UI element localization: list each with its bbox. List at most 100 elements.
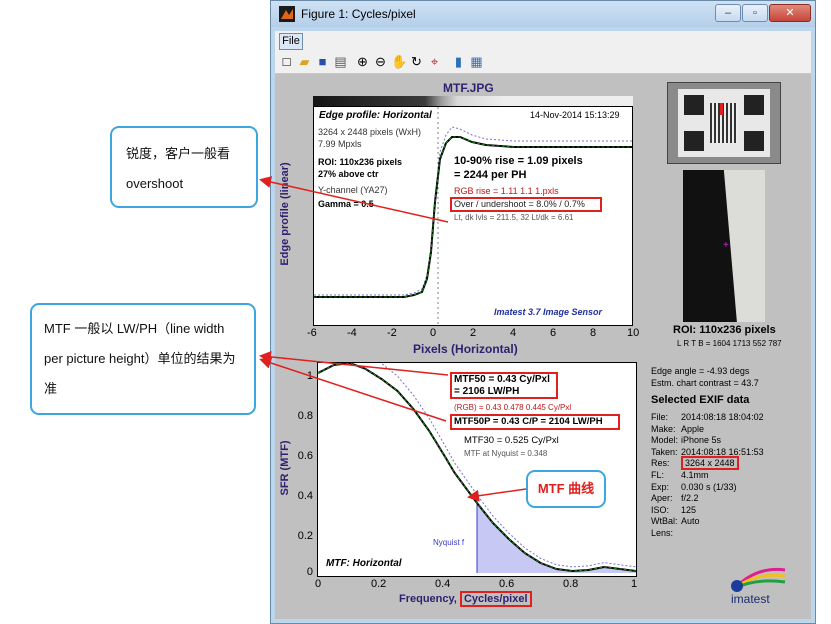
maximize-button[interactable]: ▫: [742, 4, 768, 22]
zoom-out-icon[interactable]: ⊖: [373, 54, 388, 69]
exif-row: Res: 3264 x 2448: [651, 456, 801, 471]
callout-mtf-curve-text: MTF 曲线: [537, 481, 595, 496]
xtick: 0: [315, 578, 322, 590]
minimize-button[interactable]: –: [715, 4, 741, 22]
mtf-yticks: 1 0.8 0.6 0.4 0.2 0: [293, 362, 315, 582]
edge-above-ctr: 27% above ctr: [318, 169, 379, 179]
exif-row: Model: iPhone 5s: [651, 435, 722, 446]
xtick: 0: [430, 327, 437, 339]
exif-row: Exp: 0.030 s (1/33): [651, 481, 737, 492]
rotate-icon[interactable]: ↻: [409, 54, 424, 69]
ytick: 0: [306, 566, 313, 578]
rgb-rise: RGB rise = 1.11 1.1 1.pxls: [454, 186, 559, 196]
figure-canvas: MTF.JPG Edge profile: Horizontal 14-Nov-…: [275, 74, 811, 619]
xtick: 8: [590, 327, 597, 339]
chart-thumbnail: [667, 82, 781, 164]
edge-angle: Edge angle = -4.93 degs: [651, 366, 750, 376]
mtf-nyquist: MTF at Nyquist = 0.348: [464, 449, 548, 458]
side-lrtb: L R T B = 1604 1713 552 787: [677, 339, 782, 348]
side-roi: ROI: 110x236 pixels: [673, 324, 776, 336]
edge-gamma: Gamma = 0.5: [318, 199, 374, 209]
ytick: 1: [306, 370, 313, 382]
mtf50p-value: MTF50P = 0.43 C/P = 2104 LW/PH: [454, 416, 603, 427]
xtick: 0.8: [563, 578, 579, 590]
xtick: 2: [470, 327, 477, 339]
rise-per-ph: = 2244 per PH: [454, 169, 527, 181]
xtick: -4: [347, 327, 357, 339]
imatest-version: Imatest 3.7 Image Sensor: [494, 307, 603, 317]
ytick: 0.6: [297, 450, 313, 462]
colorbar-icon[interactable]: ▮: [451, 54, 466, 69]
xtick: 0.2: [371, 578, 387, 590]
imatest-logo-graphic: [731, 567, 786, 592]
overshoot-value: Over / undershoot = 8.0% / 0.7%: [454, 199, 585, 209]
mtf-xlabel-frequency: Frequency,: [399, 593, 460, 605]
edge-date: 14-Nov-2014 15:13:29: [530, 110, 620, 120]
legend-icon[interactable]: ▦: [469, 54, 484, 69]
xtick: -6: [307, 327, 317, 339]
edge-xticks: -6 -4 -2 0 2 4 6 8 10: [307, 327, 639, 341]
edge-ylabel-text: Edge profile (linear): [279, 162, 291, 266]
data-cursor-icon[interactable]: ⌖: [427, 54, 442, 69]
xtick: -2: [387, 327, 397, 339]
new-figure-icon[interactable]: □: [279, 54, 294, 69]
mtf-xticks: 0 0.2 0.4 0.6 0.8 1: [315, 578, 638, 592]
ytick: 0.4: [297, 490, 313, 502]
roi-image: +: [683, 170, 765, 322]
callout-mtf-curve: MTF 曲线: [526, 470, 606, 508]
ytick: 0.2: [297, 530, 313, 542]
edge-ychannel: Y-channel (YA27): [318, 185, 388, 195]
exif-row: Lens:: [651, 527, 674, 538]
edge-profile-axes: Edge profile: Horizontal 14-Nov-2014 15:…: [313, 106, 633, 326]
light-dark-levels: Lt, dk lvls = 211.5, 32 Lt/dk = 6.61: [454, 213, 574, 222]
mtf-heading: MTF: Horizontal: [326, 558, 402, 569]
exif-row: Aper: f/2.2: [651, 493, 699, 504]
mtf30-value: MTF30 = 0.525 Cy/Pxl: [464, 435, 559, 446]
zoom-in-icon[interactable]: ⊕: [355, 54, 370, 69]
callout-lwph: MTF 一般以 LW/PH（line width per picture hei…: [30, 303, 256, 415]
save-icon[interactable]: ■: [315, 54, 330, 69]
grayscale-strip: [313, 96, 633, 106]
menu-bar: File: [275, 31, 811, 51]
xtick: 4: [510, 327, 517, 339]
close-button[interactable]: ✕: [769, 4, 811, 22]
xtick: 6: [550, 327, 557, 339]
edge-heading: Edge profile: Horizontal: [319, 110, 432, 121]
title-bar[interactable]: Figure 1: Cycles/pixel – ▫ ✕: [271, 1, 815, 27]
matlab-icon: [279, 6, 295, 22]
imatest-logo: imatest: [727, 564, 789, 608]
callout-lwph-text: MTF 一般以 LW/PH（line width per picture hei…: [44, 321, 236, 396]
pan-icon[interactable]: ✋: [391, 54, 407, 69]
xtick: 0.6: [499, 578, 515, 590]
mtf-xlabel-units: Cycles/pixel: [459, 591, 532, 607]
xtick: 0.4: [435, 578, 451, 590]
open-file-icon[interactable]: ▰: [297, 54, 312, 69]
callout-overshoot-text: 锐度，客户一般看 overshoot: [126, 146, 231, 191]
nyquist-label: Nyquist f: [433, 538, 465, 547]
window-title: Figure 1: Cycles/pixel: [301, 7, 416, 21]
edge-roi: ROI: 110x236 pixels: [318, 157, 403, 167]
edge-info-pixels: 3264 x 2448 pixels (WxH): [318, 127, 422, 137]
mtf50-rgb: (RGB) = 0.43 0.478 0.445 Cy/Pxl: [454, 403, 572, 412]
mtf-ylabel-text: SFR (MTF): [279, 440, 291, 496]
exif-row: File: 2014:08:18 18:04:02: [651, 412, 764, 422]
callout-overshoot: 锐度，客户一般看 overshoot: [110, 126, 258, 208]
exif-row: Make: Apple: [651, 423, 705, 434]
xtick: 1: [631, 578, 638, 590]
file-title: MTF.JPG: [443, 81, 494, 95]
nyquist-region: [477, 503, 636, 573]
exif-row: FL: 4.1mm: [651, 469, 709, 480]
menu-file[interactable]: File: [279, 33, 303, 50]
print-icon[interactable]: ▤: [333, 54, 348, 69]
mtf50-lwph: = 2106 LW/PH: [454, 386, 520, 397]
exif-row: ISO: 125: [651, 504, 697, 515]
edge-xlabel: Pixels (Horizontal): [413, 342, 518, 356]
toolbar: □ ▰ ■ ▤ ⊕ ⊖ ✋ ↻ ⌖ ▮ ▦: [275, 51, 811, 74]
chart-contrast: Estm. chart contrast = 43.7: [651, 378, 759, 388]
exif-list: File: 2014:08:18 18:04:02 Make: Apple Mode…: [651, 412, 801, 540]
edge-info-mpxls: 7.99 Mpxls: [318, 139, 362, 149]
mtf50-value: MTF50 = 0.43 Cy/Pxl: [454, 374, 550, 385]
rise-value: 10-90% rise = 1.09 pixels: [454, 155, 583, 167]
mtf-xlabel: Frequency, Cycles/pixel: [399, 591, 532, 607]
xtick: 10: [627, 327, 640, 339]
